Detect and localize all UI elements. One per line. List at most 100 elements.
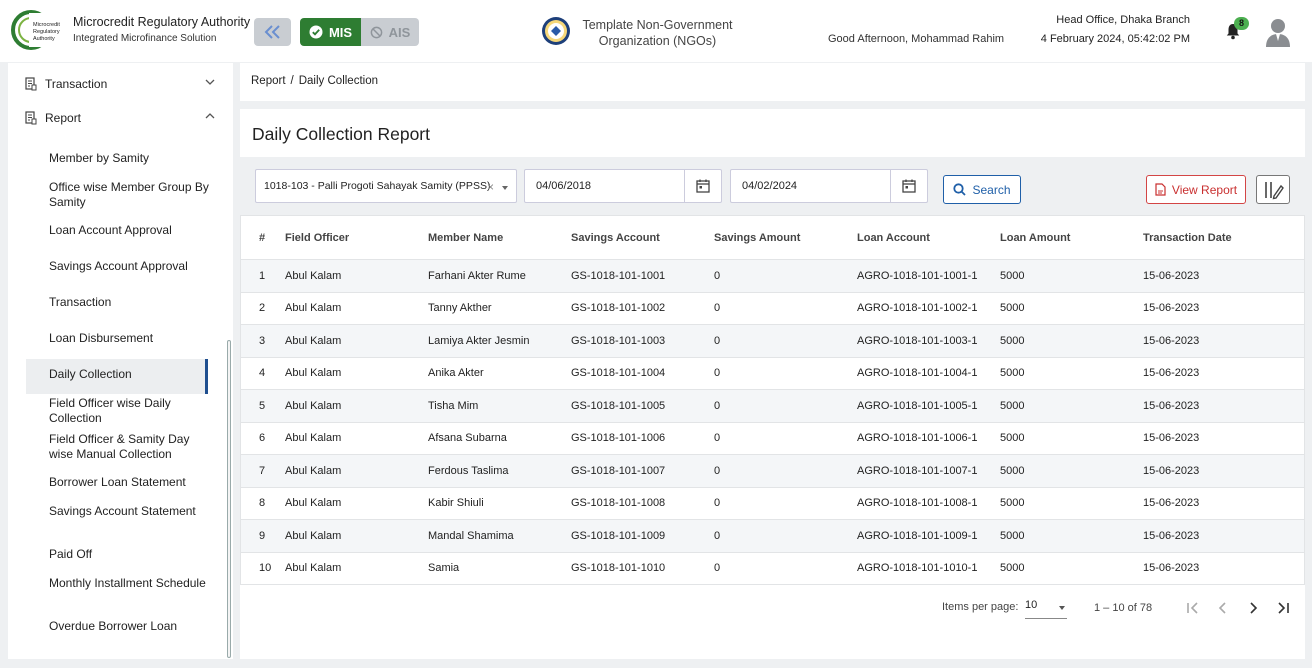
column-header[interactable]: # <box>241 232 285 244</box>
last-page-button[interactable] <box>1272 597 1294 619</box>
sidebar-item-paid-off[interactable]: Paid Off <box>49 547 209 562</box>
column-header[interactable]: Loan Account <box>857 232 1000 244</box>
sidebar-item-overdue-borrower-loan[interactable]: Overdue Borrower Loan <box>49 619 209 634</box>
table-cell: 4 <box>259 367 266 380</box>
samity-select[interactable]: 1018-103 - Palli Progoti Sahayak Samity … <box>255 169 517 203</box>
date-to-input[interactable] <box>731 170 891 202</box>
table-cell: GS-1018-101-1001 <box>571 269 666 282</box>
sidebar-item-office-wise-member-group[interactable]: Office wise Member Group By Samity <box>49 180 209 210</box>
table-row[interactable]: 1 Abul Kalam Farhani Akter Rume GS-1018-101… <box>241 260 1304 293</box>
user-avatar-icon[interactable] <box>1264 17 1292 47</box>
view-report-button[interactable]: View Report <box>1146 175 1246 204</box>
table-row[interactable]: 7 Abul Kalam Ferdous Taslima GS-1018-101-10… <box>241 455 1304 488</box>
first-page-icon <box>1187 602 1198 614</box>
sidebar-item-savings-account-statement[interactable]: Savings Account Statement <box>49 504 209 519</box>
table-row[interactable]: 5 Abul Kalam Tisha Mim GS-1018-101-1005 0 AGR… <box>241 390 1304 423</box>
date-from-input[interactable] <box>525 170 685 202</box>
table-cell: 5000 <box>1000 464 1025 477</box>
table-cell: 0 <box>714 432 721 445</box>
sidebar-item-monthly-installment-schedule[interactable]: Monthly Installment Schedule <box>49 576 209 591</box>
sidebar-item-manual-collection[interactable]: Field Officer & Samity Day wise Manual C… <box>49 432 209 462</box>
sidebar-item-field-officer-daily-collection[interactable]: Field Officer wise Daily Collection <box>49 396 209 426</box>
table-cell: GS-1018-101-1009 <box>571 529 666 542</box>
table-cell: Abul Kalam <box>285 302 342 315</box>
column-header[interactable]: Savings Account <box>571 232 714 244</box>
table-cell: 0 <box>714 529 721 542</box>
table-row[interactable]: 4 Abul Kalam Anika Akter GS-1018-101-1004 0 A… <box>241 358 1304 390</box>
previous-page-button[interactable] <box>1212 597 1234 619</box>
greeting-text: Good Afternoon, Mohammad Rahim <box>828 33 1005 45</box>
table-cell: Mandal Shamima <box>428 529 514 542</box>
search-label: Search <box>972 182 1011 197</box>
table-cell: Abul Kalam <box>285 334 342 347</box>
sidebar-item-loan-account-approval[interactable]: Loan Account Approval <box>49 223 209 238</box>
table-cell: GS-1018-101-1006 <box>571 432 666 445</box>
breadcrumb-bar: Report / Daily Collection <box>240 63 1305 101</box>
document-icon <box>25 111 37 125</box>
paginator: Items per page: 10 1 – 10 of 78 <box>240 587 1305 631</box>
table-cell: 15-06-2023 <box>1143 269 1200 282</box>
sidebar-item-daily-collection[interactable]: Daily Collection <box>49 367 209 382</box>
sidebar-group-report[interactable]: Report <box>25 107 215 129</box>
chevron-right-icon <box>1250 602 1258 614</box>
sidebar-scrollbar[interactable] <box>227 340 231 658</box>
sidebar-item-savings-account-approval[interactable]: Savings Account Approval <box>49 259 209 274</box>
collapse-sidebar-button[interactable] <box>254 18 291 46</box>
column-header[interactable]: Loan Amount <box>1000 232 1143 244</box>
breadcrumb-report[interactable]: Report <box>251 75 286 87</box>
page-range: 1 – 10 of 78 <box>1094 602 1153 614</box>
table-cell: 0 <box>714 269 721 282</box>
sidebar-group-transaction[interactable]: Transaction <box>25 73 215 95</box>
table-cell: 5000 <box>1000 367 1025 380</box>
table-cell: Abul Kalam <box>285 529 342 542</box>
calendar-icon[interactable] <box>684 170 721 202</box>
table-cell: Abul Kalam <box>285 269 342 282</box>
table-cell: 0 <box>714 464 721 477</box>
table-cell: 5000 <box>1000 399 1025 412</box>
table-cell: AGRO-1018-101-1008-1 <box>857 497 978 510</box>
breadcrumb-current: Daily Collection <box>298 75 378 87</box>
government-seal-icon <box>542 17 570 45</box>
table-cell: 5000 <box>1000 334 1025 347</box>
column-header[interactable]: Member Name <box>428 232 571 244</box>
table-row[interactable]: 3 Abul Kalam Lamiya Akter Jesmin GS-1018-10… <box>241 325 1304 358</box>
table-cell: Tanny Akther <box>428 302 492 315</box>
search-icon <box>953 183 967 196</box>
filter-bar: 1018-103 - Palli Progoti Sahayak Samity … <box>240 157 1305 215</box>
table-cell: Lamiya Akter Jesmin <box>428 334 530 347</box>
pdf-icon <box>1155 183 1166 196</box>
search-button[interactable]: Search <box>943 175 1021 204</box>
clear-icon[interactable]: × <box>487 180 494 194</box>
date-to-field[interactable] <box>730 169 928 203</box>
table-cell: 5000 <box>1000 302 1025 315</box>
table-row[interactable]: 8 Abul Kalam Kabir Shiuli GS-1018-101-1008 0… <box>241 488 1304 520</box>
table-cell: Tisha Mim <box>428 399 479 412</box>
column-settings-button[interactable] <box>1256 175 1290 204</box>
table-cell: Samia <box>428 562 460 575</box>
first-page-button[interactable] <box>1182 597 1204 619</box>
sidebar-item-borrower-loan-statement[interactable]: Borrower Loan Statement <box>49 475 209 490</box>
date-from-field[interactable] <box>524 169 722 203</box>
sidebar-item-member-by-samity[interactable]: Member by Samity <box>49 151 209 166</box>
sidebar-item-transaction[interactable]: Transaction <box>49 295 209 310</box>
table-row[interactable]: 2 Abul Kalam Tanny Akther GS-1018-101-1002 0… <box>241 293 1304 325</box>
column-header[interactable]: Field Officer <box>285 232 428 244</box>
table-row[interactable]: 6 Abul Kalam Afsana Subarna GS-1018-101-100… <box>241 423 1304 455</box>
table-cell: GS-1018-101-1007 <box>571 464 666 477</box>
table-cell: 5000 <box>1000 562 1025 575</box>
table-cell: 1 <box>259 269 266 282</box>
ngo-name: Template Non-Government Organization (NG… <box>580 17 735 49</box>
mis-toggle-button[interactable]: MIS <box>300 18 361 46</box>
sidebar-item-loan-disbursement[interactable]: Loan Disbursement <box>49 331 209 346</box>
column-header[interactable]: Savings Amount <box>714 232 857 244</box>
table-row[interactable]: 10 Abul Kalam Samia GS-1018-101-1010 0 AGRO-1… <box>241 553 1304 585</box>
table-cell: 15-06-2023 <box>1143 367 1200 380</box>
table-cell: 6 <box>259 432 266 445</box>
table-row[interactable]: 9 Abul Kalam Mandal Shamima GS-1018-101-100… <box>241 520 1304 553</box>
column-header[interactable]: Transaction Date <box>1143 232 1286 244</box>
items-per-page-select[interactable]: 10 <box>1025 599 1067 619</box>
next-page-button[interactable] <box>1242 597 1264 619</box>
calendar-icon[interactable] <box>890 170 927 202</box>
table-cell: 15-06-2023 <box>1143 562 1200 575</box>
ais-toggle-button[interactable]: AIS <box>361 18 419 46</box>
